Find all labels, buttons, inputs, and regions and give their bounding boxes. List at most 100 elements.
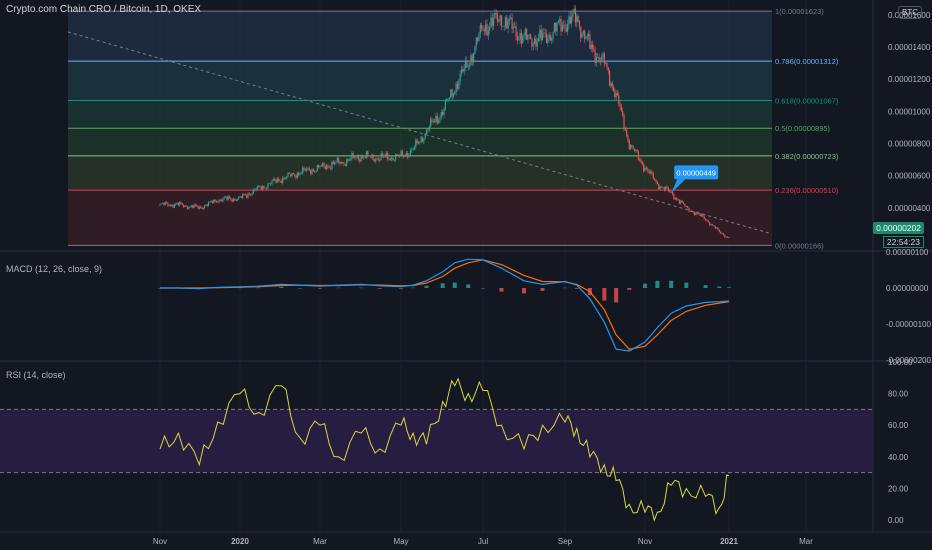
candle-body bbox=[434, 121, 436, 122]
candle-body bbox=[413, 147, 416, 150]
candle-body bbox=[282, 177, 284, 184]
fib-zone-1-0786 bbox=[68, 11, 772, 62]
candle-body bbox=[633, 148, 636, 151]
candle-body bbox=[357, 156, 360, 161]
candle-body bbox=[227, 196, 229, 200]
time-axis-tick: Nov bbox=[153, 537, 167, 546]
candle-body bbox=[720, 231, 722, 234]
candle-body bbox=[271, 181, 273, 184]
candle-body bbox=[578, 21, 581, 27]
candle-body bbox=[645, 167, 647, 170]
candle-body bbox=[692, 211, 694, 213]
candle-body bbox=[594, 50, 596, 64]
candle-body bbox=[548, 34, 550, 39]
candle-body bbox=[255, 189, 257, 191]
candle-body bbox=[599, 60, 602, 62]
candle-body bbox=[311, 169, 313, 174]
macd-label[interactable]: MACD (12, 26, close, 9) bbox=[6, 264, 102, 274]
candle-body bbox=[256, 186, 258, 191]
candle-body bbox=[462, 69, 464, 72]
candle-body bbox=[252, 189, 254, 194]
rsi-axis-tick: 80.00 bbox=[888, 390, 909, 399]
candle-body bbox=[710, 224, 712, 226]
chart-title[interactable]: Crypto.com Chain CRO / Bitcoin, 1D, OKEX bbox=[6, 4, 201, 15]
candle-body bbox=[520, 33, 522, 44]
candle-body bbox=[368, 155, 370, 157]
candle-body bbox=[327, 165, 329, 168]
candle-body bbox=[218, 199, 220, 203]
candle-body bbox=[713, 225, 715, 226]
candle-body bbox=[308, 168, 310, 171]
candle-body bbox=[489, 27, 491, 31]
candle-body bbox=[585, 37, 587, 39]
candle-body bbox=[194, 204, 197, 206]
time-axis-tick: Sep bbox=[558, 537, 573, 546]
candle-body bbox=[169, 205, 172, 207]
candle-body bbox=[415, 139, 417, 148]
candle-body bbox=[655, 179, 657, 182]
candle-body bbox=[567, 24, 569, 32]
candle-body bbox=[503, 25, 505, 27]
candle-body bbox=[563, 24, 565, 26]
candle-body bbox=[404, 156, 406, 157]
candle-body bbox=[572, 13, 574, 17]
candle-body bbox=[251, 193, 253, 195]
candle-body bbox=[439, 117, 441, 121]
candle-body bbox=[179, 202, 181, 206]
candle-body bbox=[330, 167, 332, 169]
candle-body bbox=[159, 203, 161, 205]
candle-body bbox=[323, 163, 325, 167]
price-axis-tick: 0.00000800 bbox=[888, 139, 931, 148]
chart-canvas[interactable]: 1(0.00001623) 0.786(0.00001312) 0.618(0.00… bbox=[0, 0, 932, 550]
candle-body bbox=[344, 164, 346, 166]
candle-body bbox=[287, 172, 289, 177]
macd-histogram-bar bbox=[377, 288, 382, 289]
candle-body bbox=[519, 33, 521, 40]
candle-body bbox=[200, 206, 202, 208]
candle-body bbox=[173, 204, 176, 208]
candle-body bbox=[292, 173, 294, 175]
candle-body bbox=[483, 30, 485, 32]
candle-body bbox=[248, 193, 250, 195]
candle-body bbox=[674, 198, 676, 200]
currency-badge[interactable]: BTC bbox=[898, 6, 922, 19]
candle-body bbox=[304, 169, 306, 171]
candle-body bbox=[380, 153, 382, 160]
candle-body bbox=[547, 38, 549, 43]
candle-body bbox=[315, 170, 317, 172]
candle-body bbox=[504, 17, 507, 26]
candle-body bbox=[624, 128, 626, 130]
candle-body bbox=[363, 157, 365, 158]
candle-body bbox=[588, 34, 590, 37]
candle-body bbox=[290, 174, 292, 177]
rsi-band bbox=[0, 409, 873, 473]
candle-body bbox=[593, 48, 595, 51]
candle-body bbox=[291, 173, 293, 177]
candle-body bbox=[603, 53, 605, 64]
candle-body bbox=[662, 187, 664, 188]
macd-histogram-bar bbox=[540, 288, 545, 291]
candle-body bbox=[443, 108, 445, 115]
candle-body bbox=[467, 66, 469, 68]
candle-body bbox=[631, 144, 633, 146]
candle-body bbox=[385, 153, 387, 157]
candle-body bbox=[598, 57, 600, 61]
macd-histogram-bar bbox=[440, 283, 445, 288]
candle-body bbox=[224, 197, 227, 198]
rsi-label[interactable]: RSI (14, close) bbox=[6, 370, 66, 380]
fib-zone-0236-0 bbox=[68, 190, 772, 246]
candle-body bbox=[659, 186, 661, 190]
candle-body bbox=[231, 199, 233, 202]
candle-body bbox=[524, 29, 526, 36]
time-axis-tick: 2020 bbox=[231, 537, 249, 546]
candle-body bbox=[411, 149, 413, 151]
candle-body bbox=[345, 159, 348, 166]
candle-body bbox=[716, 227, 718, 229]
candle-body bbox=[644, 167, 646, 172]
candle-body bbox=[482, 28, 484, 31]
candle-body bbox=[693, 212, 696, 216]
candle-body bbox=[365, 151, 368, 158]
candle-body bbox=[369, 155, 372, 157]
candle-body bbox=[288, 172, 290, 175]
candle-body bbox=[703, 216, 705, 219]
